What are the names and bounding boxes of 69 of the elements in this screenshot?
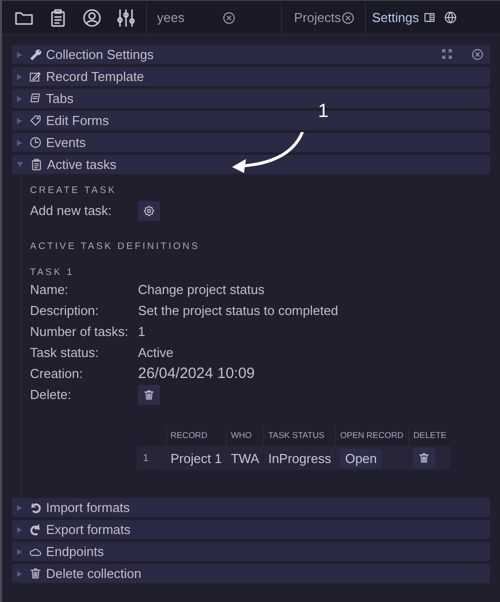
section-title: Import formats <box>46 500 131 515</box>
section-header[interactable]: Collection Settings <box>12 45 490 64</box>
field-value: Change project status <box>138 282 264 297</box>
column-header: WHO <box>230 430 252 440</box>
close-icon[interactable] <box>471 48 484 61</box>
field-label: Delete: <box>30 387 72 402</box>
delete-button[interactable] <box>413 448 436 468</box>
table-cell: TWA <box>230 450 260 466</box>
field-value: Active <box>138 345 174 360</box>
task-heading: TASK 1 <box>30 267 74 279</box>
field-value: 1 <box>138 324 146 339</box>
section-heading: ACTIVE TASK DEFINITIONS <box>30 241 200 253</box>
trash-icon <box>143 388 155 400</box>
delete-button[interactable] <box>138 384 160 404</box>
close-icon[interactable] <box>222 10 236 24</box>
field-label: Description: <box>30 303 100 318</box>
field-label: Add new task: <box>30 203 113 218</box>
section-title: Active tasks <box>47 157 118 172</box>
tab[interactable]: yees <box>146 0 281 34</box>
section-title: Edit Forms <box>46 113 110 128</box>
column-header: RECORD <box>170 430 208 440</box>
tag-icon <box>29 114 42 127</box>
tabs-icon <box>29 92 42 105</box>
wrench-icon <box>29 48 42 61</box>
field-value: Set the project status to completed <box>138 303 338 318</box>
clock-icon <box>29 136 42 149</box>
column-header: DELETE <box>413 430 446 440</box>
trash-icon <box>418 452 430 464</box>
field-label: Creation: <box>30 366 84 381</box>
section-title: Delete collection <box>46 566 142 581</box>
globe-icon[interactable] <box>444 11 457 24</box>
redo-icon <box>29 523 42 536</box>
expand-icon[interactable] <box>441 48 453 60</box>
section-header[interactable]: Active tasks <box>12 155 490 174</box>
user-icon[interactable] <box>82 8 102 28</box>
section-title: Collection Settings <box>46 47 155 62</box>
section-title: Tabs <box>46 91 74 106</box>
section-header[interactable]: Record Template <box>12 67 490 86</box>
field-label: Task status: <box>30 345 100 360</box>
clipboard-icon <box>30 158 43 171</box>
section-header[interactable]: Import formats <box>12 498 490 517</box>
trash-icon <box>29 567 42 580</box>
open-button[interactable]: Open <box>340 448 382 468</box>
column-header: OPEN RECORD <box>340 430 404 440</box>
section-header[interactable]: Endpoints <box>12 542 490 561</box>
edit-icon <box>29 70 42 83</box>
add-task-button[interactable] <box>138 200 160 220</box>
section-title: Events <box>46 135 87 150</box>
panel-icon[interactable] <box>422 11 436 24</box>
section-title: Endpoints <box>46 544 105 559</box>
section-title: Record Template <box>46 69 146 84</box>
field-label: Name: <box>30 282 70 297</box>
column-header: TASK STATUS <box>268 430 324 440</box>
sliders-icon[interactable] <box>116 8 136 28</box>
section-header[interactable]: Delete collection <box>12 564 490 583</box>
field-label: Number of tasks: <box>30 324 130 339</box>
section-heading: CREATE TASK <box>30 185 116 197</box>
row-number: 1 <box>143 452 149 464</box>
table-cell: InProgress <box>268 450 332 466</box>
tab[interactable]: Projects <box>281 0 365 34</box>
close-icon[interactable] <box>340 10 355 24</box>
gear-icon <box>143 204 155 216</box>
section-header[interactable]: Export formats <box>12 520 490 539</box>
field-value: 26/04/2024 10:09 <box>138 365 255 382</box>
table-cell: Project 1 <box>170 450 222 466</box>
undo-icon <box>29 501 42 514</box>
tab[interactable]: Settings <box>364 0 423 34</box>
section-title: Export formats <box>46 522 132 537</box>
section-header[interactable]: Events <box>12 133 490 152</box>
